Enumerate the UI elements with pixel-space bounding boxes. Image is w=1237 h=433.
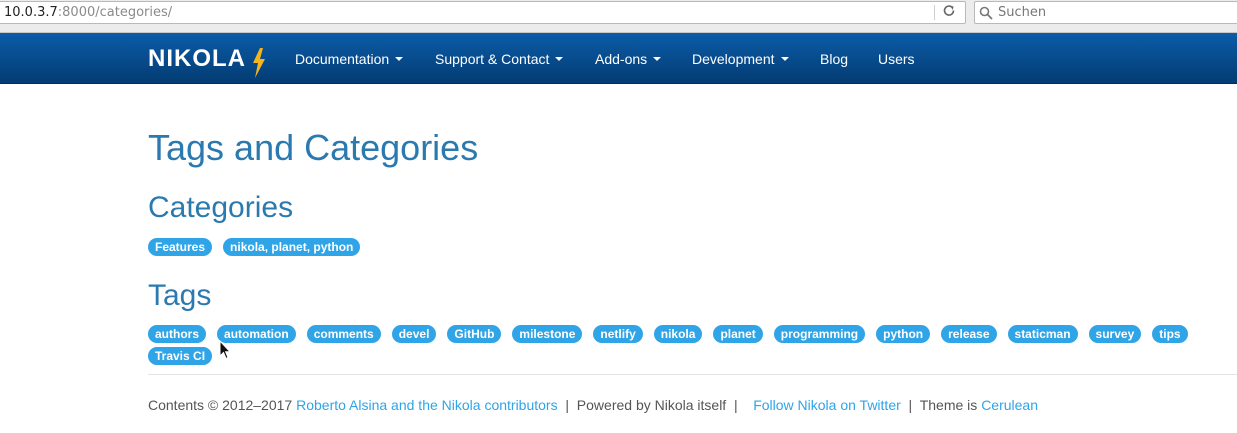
caret-down-icon	[653, 57, 662, 62]
footer-separator: |	[565, 397, 570, 413]
url-host: 10.0.3.7	[4, 5, 58, 20]
tag-badge[interactable]: milestone	[512, 325, 583, 343]
tag-badge[interactable]: tips	[1152, 325, 1188, 343]
footer-theme-link[interactable]: Cerulean	[981, 397, 1038, 413]
footer-twitter-link[interactable]: Follow Nikola on Twitter	[753, 397, 901, 413]
tag-badge[interactable]: netlify	[593, 325, 643, 343]
tag-badge[interactable]: nikola	[653, 325, 703, 343]
url-divider	[934, 5, 935, 20]
caret-down-icon	[395, 57, 404, 62]
tag-badge[interactable]: comments	[306, 325, 381, 343]
caret-down-icon	[555, 57, 564, 62]
mouse-cursor-icon	[219, 340, 231, 360]
footer-separator: |	[908, 397, 913, 413]
tag-badge[interactable]: programming	[773, 325, 866, 343]
tags-heading: Tags	[148, 279, 212, 312]
tag-badge[interactable]: staticman	[1007, 325, 1078, 343]
caret-down-icon	[780, 57, 789, 62]
url-path: :8000/categories/	[57, 5, 173, 20]
url-bar[interactable]: 10.0.3.7:8000/categories/	[0, 1, 966, 24]
lightning-icon	[253, 48, 265, 78]
reload-icon[interactable]	[941, 4, 957, 20]
tag-badge[interactable]: Travis CI	[148, 347, 213, 365]
brand-text: NIKOLA	[148, 45, 246, 72]
footer-separator: |	[733, 397, 738, 413]
tag-badge[interactable]: survey	[1088, 325, 1142, 343]
footer-authors-link[interactable]: Roberto Alsina and the Nikola contributo…	[296, 397, 557, 413]
tag-badge[interactable]: GitHub	[447, 325, 502, 343]
site-navbar: NIKOLA Documentation Support & Contact A…	[0, 33, 1237, 84]
site-footer: Contents © 2012–2017 Roberto Alsina and …	[148, 396, 1038, 414]
search-input[interactable]: Suchen	[974, 1, 1237, 24]
tag-badge[interactable]: python	[876, 325, 931, 343]
category-badge[interactable]: nikola, planet, python	[223, 238, 361, 256]
category-badge[interactable]: Features	[148, 238, 213, 256]
nav-support-contact[interactable]: Support & Contact	[435, 33, 564, 84]
nav-add-ons[interactable]: Add-ons	[595, 33, 662, 84]
nav-development[interactable]: Development	[692, 33, 789, 84]
footer-powered: Powered by Nikola itself	[576, 397, 727, 413]
footer-contents: Contents © 2012–2017	[148, 397, 293, 413]
footer-theme-prefix: Theme is	[919, 397, 978, 413]
page-title: Tags and Categories	[148, 127, 479, 168]
nav-users[interactable]: Users	[878, 33, 915, 84]
browser-toolbar: 10.0.3.7:8000/categories/ Suchen	[0, 0, 1237, 33]
search-icon	[979, 6, 993, 20]
brand-logo[interactable]: NIKOLA	[148, 45, 265, 78]
categories-heading: Categories	[148, 191, 294, 224]
nav-blog[interactable]: Blog	[820, 33, 848, 84]
nav-documentation[interactable]: Documentation	[295, 33, 404, 84]
tag-badge[interactable]: planet	[713, 325, 763, 343]
footer-divider	[148, 374, 1237, 375]
tag-badge[interactable]: release	[941, 325, 997, 343]
tag-badge[interactable]: devel	[391, 325, 437, 343]
tag-badge[interactable]: authors	[148, 325, 207, 343]
search-placeholder: Suchen	[998, 5, 1047, 20]
